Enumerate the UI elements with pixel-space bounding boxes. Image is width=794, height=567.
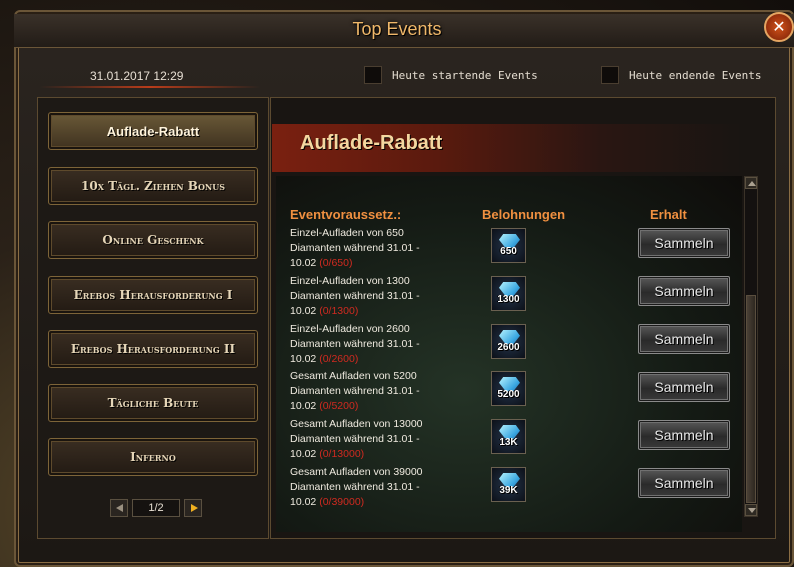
- checkbox-starting-today[interactable]: [364, 66, 382, 84]
- filter-starting-today[interactable]: Heute startende Events: [364, 66, 538, 84]
- sidebar-item-inferno[interactable]: Inferno: [48, 438, 258, 476]
- diamond-icon[interactable]: 650: [491, 228, 526, 263]
- progress-text: (0/650): [319, 257, 353, 269]
- arrow-left-icon[interactable]: [110, 499, 128, 517]
- reward-amount: 1300: [497, 294, 520, 305]
- close-icon[interactable]: ✕: [764, 12, 794, 42]
- condition-line: Diamanten während 31.01 -: [290, 290, 420, 302]
- window-title: Top Events: [352, 19, 442, 39]
- reward-amount: 5200: [497, 389, 520, 400]
- condition-line: Gesamt Aufladen von 39000: [290, 466, 423, 478]
- list-item-condition: Gesamt Aufladen von 5200 Diamanten währe…: [290, 369, 460, 414]
- event-title: Auflade-Rabatt: [300, 132, 443, 154]
- diamond-icon[interactable]: 13K: [491, 419, 526, 454]
- condition-line: 10.02 (0/13000): [290, 447, 460, 462]
- reward-amount: 39K: [499, 485, 518, 496]
- reward-amount: 13K: [499, 437, 518, 448]
- condition-line: 10.02 (0/39000): [290, 495, 460, 510]
- condition-line: Diamanten während 31.01 -: [290, 338, 420, 350]
- condition-date: 10.02: [290, 353, 317, 365]
- date-underline: [40, 86, 260, 88]
- sidebar-item-erebos-2[interactable]: Erebos Herausforderung II: [48, 330, 258, 368]
- progress-text: (0/1300): [319, 305, 359, 317]
- filter-starting-label: Heute startende Events: [392, 68, 538, 82]
- reward-amount: 650: [500, 246, 517, 257]
- list-item-condition: Gesamt Aufladen von 13000 Diamanten währ…: [290, 417, 460, 462]
- condition-date: 10.02: [290, 305, 317, 317]
- list-item-condition: Einzel-Aufladen von 2600 Diamanten währe…: [290, 322, 460, 367]
- condition-line: 10.02 (0/650): [290, 256, 460, 271]
- sidebar-item-auflade-rabatt[interactable]: Auflade-Rabatt: [48, 112, 258, 150]
- reward-amount: 2600: [497, 342, 520, 353]
- list-item-condition: Einzel-Aufladen von 1300 Diamanten währe…: [290, 274, 460, 319]
- collect-button[interactable]: Sammeln: [638, 420, 730, 450]
- diamond-icon[interactable]: 39K: [491, 467, 526, 502]
- sidebar-item-daily-loot[interactable]: Tägliche Beute: [48, 384, 258, 422]
- diamond-icon[interactable]: 1300: [491, 276, 526, 311]
- collect-button[interactable]: Sammeln: [638, 228, 730, 258]
- column-header-claim: Erhalt: [650, 207, 687, 222]
- collect-button[interactable]: Sammeln: [638, 276, 730, 306]
- list-item-condition: Einzel-Aufladen von 650 Diamanten währen…: [290, 226, 460, 271]
- condition-line: Einzel-Aufladen von 650: [290, 227, 404, 239]
- condition-line: 10.02 (0/5200): [290, 399, 460, 414]
- collect-button[interactable]: Sammeln: [638, 324, 730, 354]
- page-indicator: 1/2: [132, 499, 180, 517]
- diamond-icon[interactable]: 5200: [491, 371, 526, 406]
- progress-text: (0/39000): [319, 496, 365, 508]
- checkbox-ending-today[interactable]: [601, 66, 619, 84]
- filter-ending-label: Heute endende Events: [629, 68, 762, 82]
- filter-ending-today[interactable]: Heute endende Events: [601, 66, 761, 84]
- sidebar-item-erebos-1[interactable]: Erebos Herausforderung I: [48, 276, 258, 314]
- scroll-down-icon[interactable]: [745, 504, 757, 516]
- collect-button[interactable]: Sammeln: [638, 372, 730, 402]
- condition-line: Einzel-Aufladen von 1300: [290, 275, 410, 287]
- condition-line: 10.02 (0/1300): [290, 304, 460, 319]
- condition-line: Diamanten während 31.01 -: [290, 481, 420, 493]
- scrollbar-thumb[interactable]: [746, 295, 756, 503]
- collect-button[interactable]: Sammeln: [638, 468, 730, 498]
- scroll-up-icon[interactable]: [745, 177, 757, 189]
- condition-line: 10.02 (0/2600): [290, 352, 460, 367]
- condition-date: 10.02: [290, 257, 317, 269]
- progress-text: (0/5200): [319, 400, 359, 412]
- condition-line: Diamanten während 31.01 -: [290, 385, 420, 397]
- progress-text: (0/2600): [319, 353, 359, 365]
- column-header-condition: Eventvoraussetz.:: [290, 207, 402, 222]
- condition-date: 10.02: [290, 496, 317, 508]
- diamond-icon[interactable]: 2600: [491, 324, 526, 359]
- progress-text: (0/13000): [319, 448, 365, 460]
- sidebar-item-daily-draw-bonus[interactable]: 10x Tägl. Ziehen Bonus: [48, 167, 258, 205]
- condition-line: Gesamt Aufladen von 5200: [290, 370, 417, 382]
- condition-line: Gesamt Aufladen von 13000: [290, 418, 423, 430]
- condition-date: 10.02: [290, 400, 317, 412]
- sidebar-item-online-gift[interactable]: Online Geschenk: [48, 221, 258, 259]
- condition-line: Diamanten während 31.01 -: [290, 242, 420, 254]
- condition-line: Diamanten während 31.01 -: [290, 433, 420, 445]
- list-item-condition: Gesamt Aufladen von 39000 Diamanten währ…: [290, 465, 460, 510]
- condition-line: Einzel-Aufladen von 2600: [290, 323, 410, 335]
- arrow-right-icon[interactable]: [184, 499, 202, 517]
- condition-date: 10.02: [290, 448, 317, 460]
- current-datetime: 31.01.2017 12:29: [90, 69, 184, 83]
- column-header-reward: Belohnungen: [482, 207, 566, 222]
